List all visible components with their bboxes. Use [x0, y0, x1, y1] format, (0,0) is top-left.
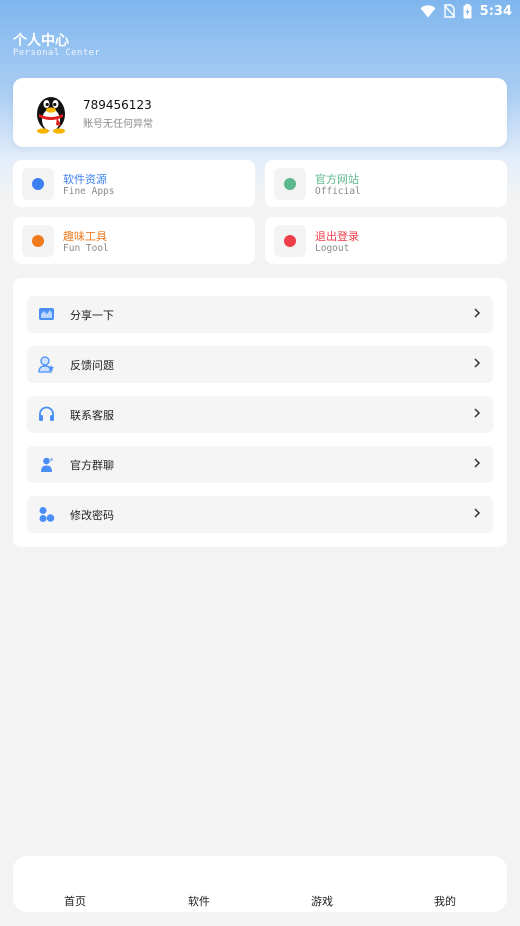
menu-item-share[interactable]: 分享一下 — [27, 296, 493, 333]
share-icon — [39, 308, 54, 320]
quick-action-official[interactable]: 官方网站 Official — [265, 160, 507, 207]
profile-card[interactable]: 789456123 账号无任何异常 — [13, 78, 507, 147]
page-subtitle: Personal Center — [13, 48, 101, 58]
account-status: 账号无任何异常 — [83, 119, 153, 130]
chevron-right-icon — [474, 358, 481, 368]
status-time: 5:34 — [479, 3, 512, 19]
nav-item-software[interactable]: 软件 — [169, 893, 229, 909]
menu-label: 联系客服 — [70, 409, 114, 422]
menu-label: 反馈问题 — [70, 359, 114, 372]
red-dot-icon — [284, 235, 296, 247]
menu-panel: 分享一下 反馈问题 联系客服 官方群聊 修改密码 — [13, 278, 507, 547]
blue-dot-icon — [32, 178, 44, 190]
chevron-right-icon — [474, 458, 481, 468]
quick-action-logout[interactable]: 退出登录 Logout — [265, 217, 507, 264]
fine-apps-icon-box — [22, 168, 54, 200]
password-icon — [39, 507, 55, 522]
menu-item-feedback[interactable]: 反馈问题 — [27, 346, 493, 383]
feedback-icon — [38, 356, 54, 373]
official-icon-box — [274, 168, 306, 200]
headphones-icon — [39, 406, 54, 421]
menu-label: 分享一下 — [70, 309, 114, 322]
green-dot-icon — [284, 178, 296, 190]
quick-action-subtitle: Official — [315, 186, 361, 197]
nav-item-games[interactable]: 游戏 — [292, 893, 352, 909]
battery-icon — [463, 3, 472, 18]
logout-icon-box — [274, 225, 306, 257]
menu-item-group-chat[interactable]: 官方群聊 — [27, 446, 493, 483]
bottom-nav: 首页 软件 游戏 我的 — [13, 856, 507, 912]
menu-label: 官方群聊 — [70, 459, 114, 472]
menu-item-customer-service[interactable]: 联系客服 — [27, 396, 493, 433]
quick-action-title: 官方网站 — [315, 173, 359, 186]
quick-action-subtitle: Fun Tool — [63, 243, 109, 254]
quick-action-fun-tool[interactable]: 趣味工具 Fun Tool — [13, 217, 255, 264]
qq-penguin-avatar-icon — [37, 97, 65, 134]
page-title: 个人中心 — [13, 33, 69, 49]
chevron-right-icon — [474, 508, 481, 518]
status-bar: 5:34 — [0, 0, 520, 22]
menu-label: 修改密码 — [70, 509, 114, 522]
quick-action-subtitle: Logout — [315, 243, 350, 254]
quick-action-subtitle: Fine Apps — [63, 186, 115, 197]
nav-item-mine[interactable]: 我的 — [415, 893, 475, 909]
group-chat-icon — [41, 457, 54, 472]
quick-action-title: 趣味工具 — [63, 230, 107, 243]
user-id: 789456123 — [83, 98, 152, 112]
fun-tool-icon-box — [22, 225, 54, 257]
no-sim-icon — [443, 4, 455, 18]
chevron-right-icon — [474, 408, 481, 418]
quick-action-fine-apps[interactable]: 软件资源 Fine Apps — [13, 160, 255, 207]
quick-action-title: 退出登录 — [315, 230, 359, 243]
orange-dot-icon — [32, 235, 44, 247]
menu-item-change-password[interactable]: 修改密码 — [27, 496, 493, 533]
quick-action-title: 软件资源 — [63, 173, 107, 186]
wifi-icon — [420, 4, 436, 17]
nav-item-home[interactable]: 首页 — [45, 893, 105, 909]
chevron-right-icon — [474, 308, 481, 318]
